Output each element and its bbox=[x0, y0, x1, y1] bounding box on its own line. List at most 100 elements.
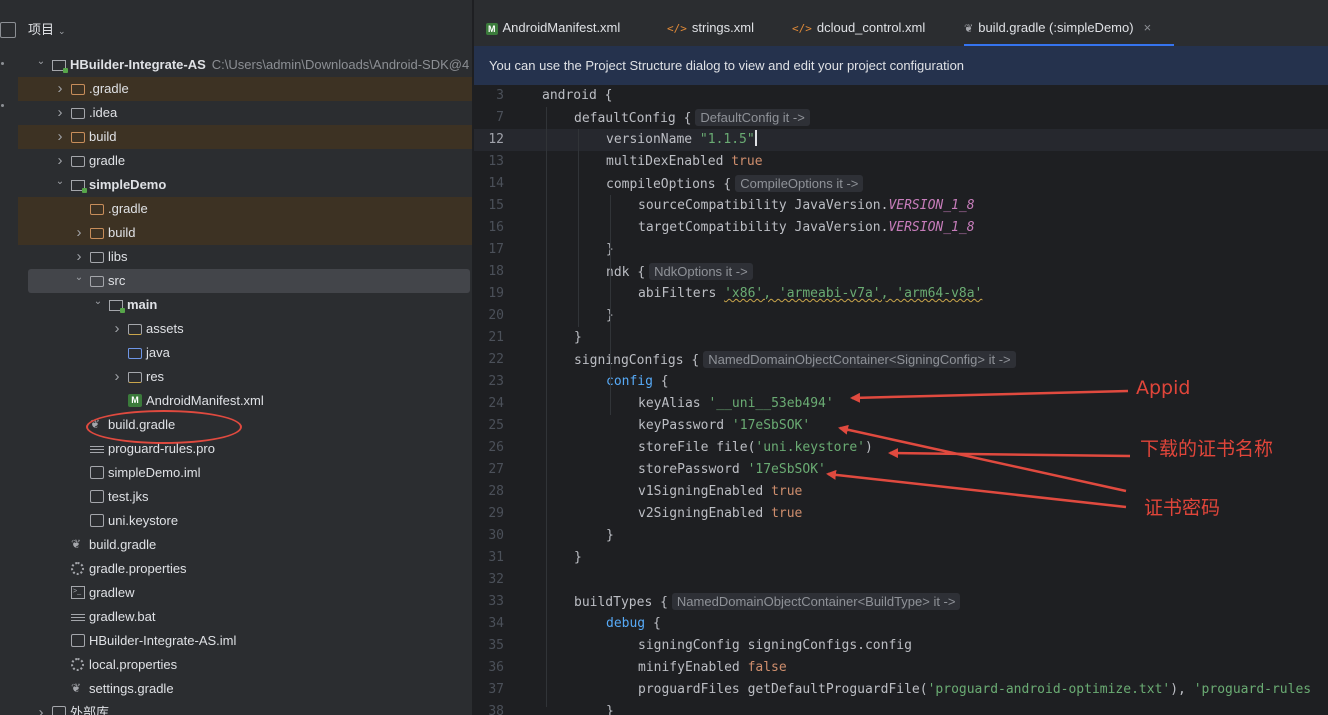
code-line[interactable]: 31} bbox=[474, 547, 1328, 569]
project-view-icon[interactable] bbox=[0, 22, 16, 38]
code-token: 'uni.keystore' bbox=[755, 440, 865, 455]
code-line[interactable]: 37 proguardFiles getDefaultProguardFile('… bbox=[474, 679, 1328, 701]
code-token: false bbox=[747, 660, 787, 675]
chevron-down-icon[interactable]: ⌄ bbox=[54, 170, 66, 194]
editor-tab[interactable]: </> dcloud_control.xml bbox=[792, 0, 952, 46]
tree-item[interactable]: proguard-rules.pro bbox=[18, 437, 472, 461]
code-line[interactable]: 21} bbox=[474, 327, 1328, 349]
editor-tab[interactable]: </> strings.xml bbox=[667, 0, 779, 46]
line-number: 13 bbox=[488, 154, 504, 169]
tree-item[interactable]: uni.keystore bbox=[18, 509, 472, 533]
xml-manifest-icon: M bbox=[486, 23, 498, 35]
tree-item[interactable]: >_ gradlew bbox=[18, 581, 472, 605]
tree-item[interactable]: › libs bbox=[18, 245, 472, 269]
tree-item[interactable]: gradlew.bat bbox=[18, 605, 472, 629]
code-text: signingConfig signingConfigs.config bbox=[638, 635, 912, 657]
line-number: 30 bbox=[488, 528, 504, 543]
tree-item[interactable]: M AndroidManifest.xml bbox=[18, 389, 472, 413]
code-editor[interactable]: 3 android {7 defaultConfig {DefaultConfig … bbox=[474, 85, 1328, 715]
code-token: config bbox=[606, 374, 661, 389]
code-line[interactable]: 23 config { bbox=[474, 371, 1328, 393]
code-token: } bbox=[574, 330, 582, 345]
chevron-right-icon[interactable]: › bbox=[111, 365, 123, 389]
code-line[interactable]: 34 debug { bbox=[474, 613, 1328, 635]
code-token: minifyEnabled bbox=[638, 660, 748, 675]
close-tab-icon[interactable]: × bbox=[1144, 20, 1152, 35]
project-view-selector[interactable]: 项目 ⌄ bbox=[28, 19, 66, 39]
tree-item[interactable]: › assets bbox=[18, 317, 472, 341]
chevron-down-icon[interactable]: ⌄ bbox=[35, 50, 47, 74]
code-line[interactable]: 14 compileOptions {CompileOptions it -> bbox=[474, 173, 1328, 195]
tree-item-label: uni.keystore bbox=[108, 513, 179, 528]
inlay-hint[interactable]: NamedDomainObjectContainer<BuildType> it… bbox=[671, 593, 961, 610]
tree-item[interactable]: ❦ settings.gradle bbox=[18, 677, 472, 701]
tree-item[interactable]: › build bbox=[18, 125, 472, 149]
tree-item-label: src bbox=[108, 273, 126, 288]
chevron-right-icon[interactable]: › bbox=[73, 221, 85, 245]
code-text: storePassword '17eSbSOK' bbox=[638, 459, 826, 481]
chevron-right-icon[interactable]: › bbox=[54, 101, 66, 125]
chevron-down-icon[interactable]: ⌄ bbox=[73, 266, 85, 290]
tree-item[interactable]: java bbox=[18, 341, 472, 365]
tree-item[interactable]: › .idea bbox=[18, 101, 472, 125]
gear-icon bbox=[71, 562, 84, 575]
tree-item[interactable]: ⌄ HBuilder-Integrate-AS C:\Users\admin\Dow… bbox=[18, 53, 472, 77]
code-line[interactable]: 32 bbox=[474, 569, 1328, 591]
editor-tab-label: strings.xml bbox=[691, 20, 754, 35]
tree-item[interactable]: ❦ build.gradle bbox=[18, 533, 472, 557]
tree-item[interactable]: HBuilder-Integrate-AS.iml bbox=[18, 629, 472, 653]
code-line[interactable]: 16 targetCompatibility JavaVersion.VERSIO… bbox=[474, 217, 1328, 239]
tree-item[interactable]: gradle.properties bbox=[18, 557, 472, 581]
inlay-hint[interactable]: NamedDomainObjectContainer<SigningConfig… bbox=[703, 351, 1016, 368]
code-line[interactable]: 20} bbox=[474, 305, 1328, 327]
code-line[interactable]: 17} bbox=[474, 239, 1328, 261]
code-line[interactable]: 22 signingConfigs {NamedDomainObjectConta… bbox=[474, 349, 1328, 371]
code-line[interactable]: 19 abiFilters 'x86', 'armeabi-v7a', 'arm6… bbox=[474, 283, 1328, 305]
code-line[interactable]: 24 keyAlias '__uni__53eb494' bbox=[474, 393, 1328, 415]
code-line[interactable]: 38} bbox=[474, 701, 1328, 715]
file-icon bbox=[90, 490, 104, 503]
chevron-down-icon[interactable]: ⌄ bbox=[92, 290, 104, 314]
code-line[interactable]: 3 android { bbox=[474, 85, 1328, 107]
code-line[interactable]: 13 multiDexEnabled true bbox=[474, 151, 1328, 173]
inlay-hint[interactable]: NdkOptions it -> bbox=[649, 263, 753, 280]
tree-item[interactable]: › res bbox=[18, 365, 472, 389]
editor-tab[interactable]: ❦ build.gradle (:simpleDemo) × bbox=[964, 0, 1174, 46]
tree-item[interactable]: simpleDemo.iml bbox=[18, 461, 472, 485]
tree-item[interactable]: › 外部库 bbox=[18, 701, 472, 715]
tree-item[interactable]: › .gradle bbox=[18, 77, 472, 101]
code-line[interactable]: 30} bbox=[474, 525, 1328, 547]
code-line[interactable]: 18 ndk {NdkOptions it -> bbox=[474, 261, 1328, 283]
code-line[interactable]: 27 storePassword '17eSbSOK' bbox=[474, 459, 1328, 481]
code-token: debug bbox=[606, 616, 653, 631]
tree-item[interactable]: ⌄ simpleDemo bbox=[18, 173, 472, 197]
tree-item[interactable]: test.jks bbox=[18, 485, 472, 509]
tree-item[interactable]: ⌄ main bbox=[18, 293, 472, 317]
inlay-hint[interactable]: CompileOptions it -> bbox=[735, 175, 864, 192]
editor-tab[interactable]: M AndroidManifest.xml bbox=[486, 0, 654, 46]
tree-item-text: HBuilder-Integrate-AS.iml bbox=[89, 629, 236, 653]
code-line[interactable]: 15 sourceCompatibility JavaVersion.VERSIO… bbox=[474, 195, 1328, 217]
code-token: signingConfigs bbox=[574, 353, 692, 368]
code-line[interactable]: 33 buildTypes {NamedDomainObjectContainer… bbox=[474, 591, 1328, 613]
more-tools-icon[interactable] bbox=[1, 62, 4, 65]
tree-item[interactable]: .gradle bbox=[18, 197, 472, 221]
code-line[interactable]: 35 signingConfig signingConfigs.config bbox=[474, 635, 1328, 657]
project-structure-banner[interactable]: You can use the Project Structure dialog… bbox=[474, 46, 1328, 85]
code-line[interactable]: 7 defaultConfig {DefaultConfig it -> bbox=[474, 107, 1328, 129]
structure-icon[interactable] bbox=[1, 104, 4, 107]
chevron-right-icon[interactable]: › bbox=[35, 701, 47, 715]
tree-item[interactable]: › gradle bbox=[18, 149, 472, 173]
tree-item[interactable]: local.properties bbox=[18, 653, 472, 677]
chevron-right-icon[interactable]: › bbox=[111, 317, 123, 341]
chevron-right-icon[interactable]: › bbox=[54, 77, 66, 101]
tree-item-text: build bbox=[89, 125, 116, 149]
inlay-hint[interactable]: DefaultConfig it -> bbox=[695, 109, 810, 126]
editor-tab-label: build.gradle (:simpleDemo) bbox=[978, 20, 1134, 35]
tree-item[interactable]: › build bbox=[18, 221, 472, 245]
line-number: 37 bbox=[488, 682, 504, 697]
tree-item-text: res bbox=[146, 365, 164, 389]
code-line[interactable]: 36 minifyEnabled false bbox=[474, 657, 1328, 679]
chevron-right-icon[interactable]: › bbox=[54, 125, 66, 149]
code-line[interactable]: 12 versionName "1.1.5" bbox=[474, 129, 1328, 151]
